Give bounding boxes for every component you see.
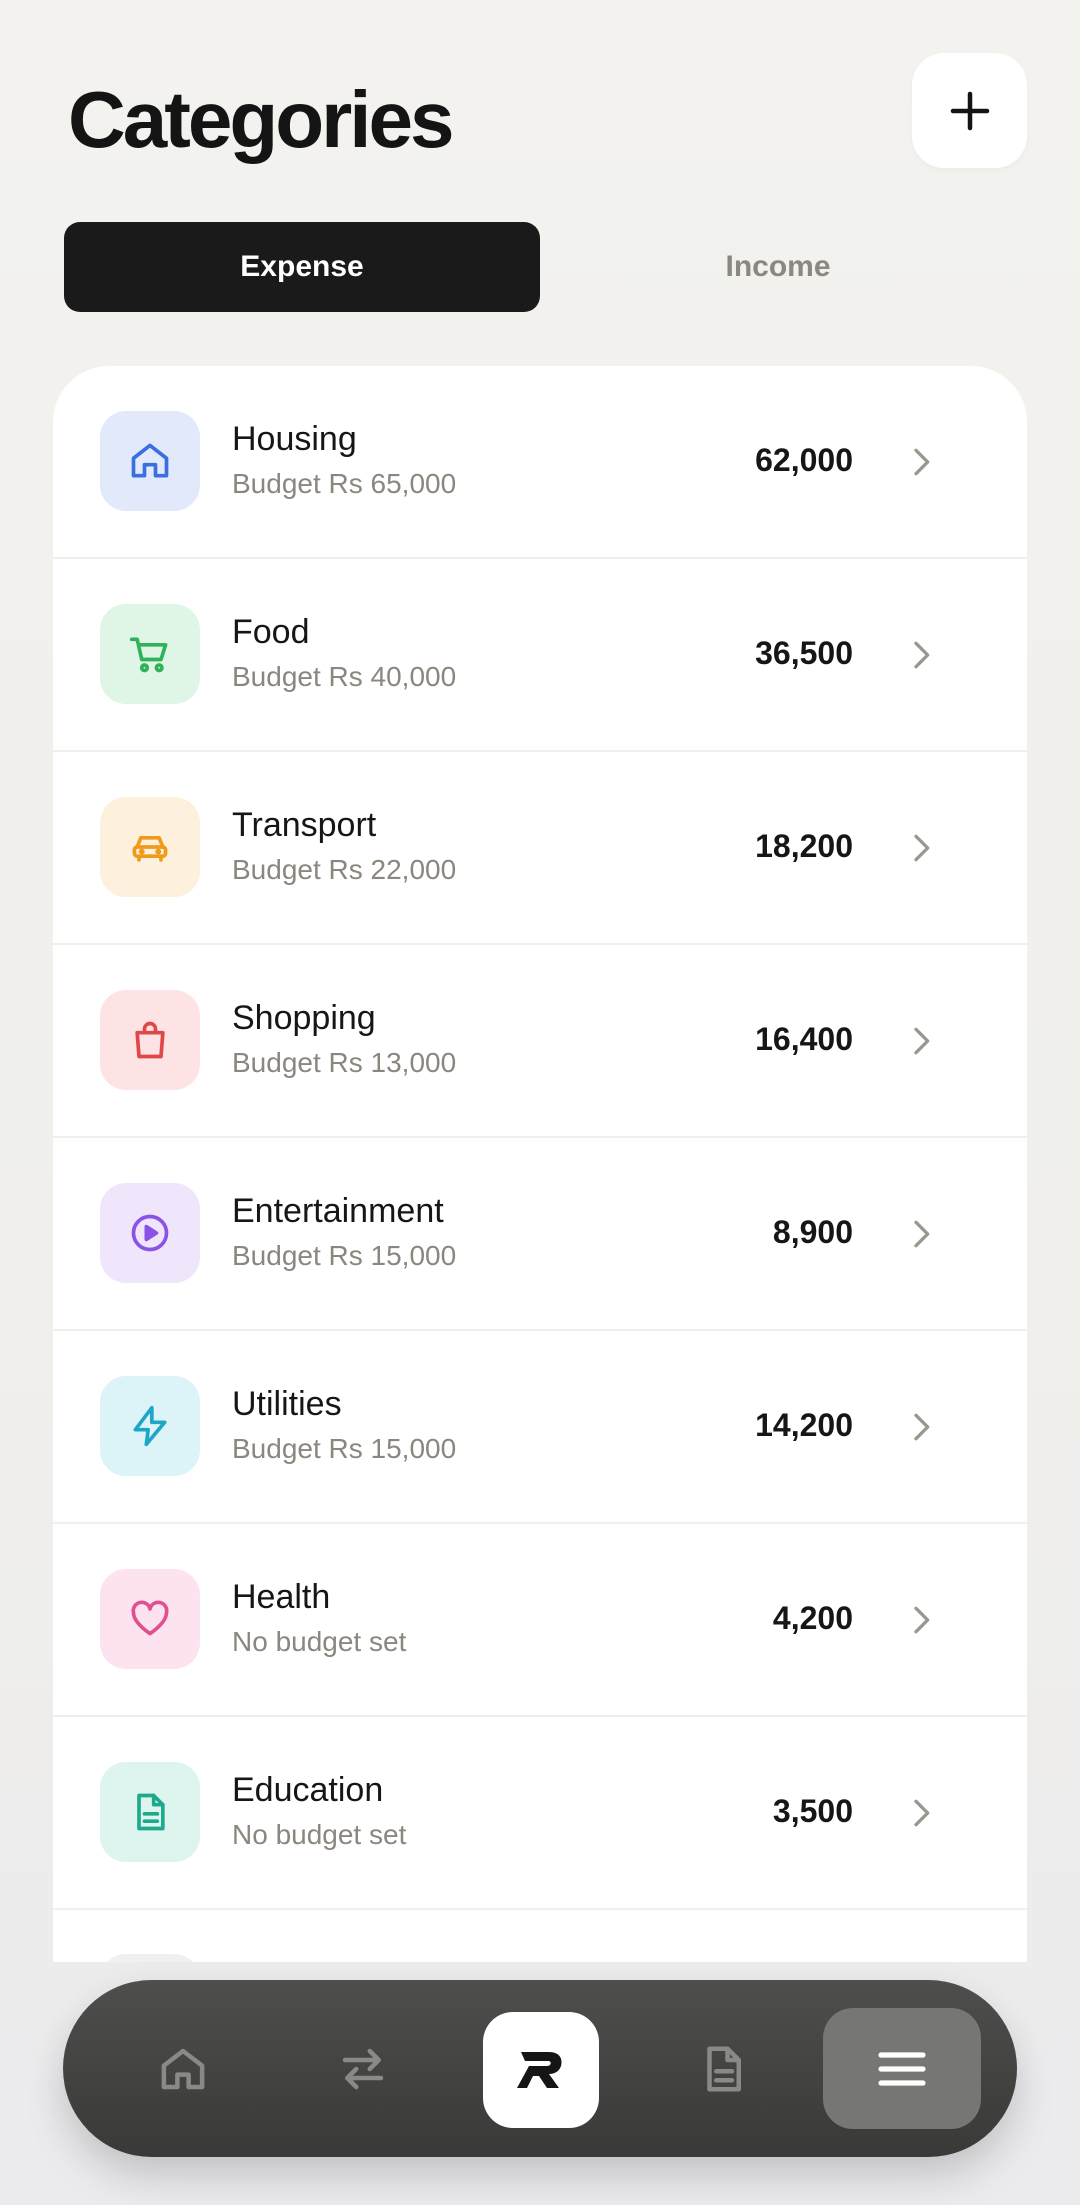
- category-icon-tile-partial: [100, 1954, 200, 1962]
- chevron-right-icon: [914, 1027, 930, 1055]
- category-budget: No budget set: [232, 1819, 407, 1850]
- logo-icon: [517, 2052, 562, 2088]
- category-budget: Budget Rs 15,000: [232, 1240, 457, 1271]
- nav-home-logo[interactable]: [483, 2012, 599, 2128]
- category-budget: Budget Rs 22,000: [232, 854, 457, 885]
- category-name: Health: [232, 1578, 331, 1616]
- category-budget: Budget Rs 13,000: [232, 1047, 457, 1078]
- car-icon: [132, 836, 168, 862]
- category-amount: 8,900: [772, 1214, 853, 1250]
- category-amount: 14,200: [755, 1407, 853, 1443]
- nav-transactions[interactable]: [303, 1980, 423, 2157]
- category-icon-tile: [100, 604, 200, 704]
- play-icon: [131, 1214, 169, 1252]
- chevron-right-icon: [914, 1220, 930, 1248]
- category-icon-tile: [100, 1376, 200, 1476]
- category-name: Entertainment: [232, 1192, 444, 1230]
- page-title: Categories: [68, 75, 454, 164]
- chevron-right-icon: [914, 641, 930, 669]
- category-icon-tile: [100, 797, 200, 897]
- category-budget: No budget set: [232, 1626, 407, 1657]
- category-amount: 36,500: [755, 635, 853, 671]
- home-icon: [131, 443, 169, 478]
- category-name: Transport: [232, 806, 377, 844]
- category-name: Housing: [232, 420, 357, 458]
- chevron-right-icon: [914, 1799, 930, 1827]
- category-list: Housing Budget Rs 65,000 62,000 Food Bud…: [53, 366, 1027, 1962]
- tab-expense[interactable]: Expense: [64, 222, 540, 312]
- document-icon: [137, 1793, 165, 1831]
- cart-icon: [129, 637, 168, 673]
- category-budget: Budget Rs 15,000: [232, 1433, 457, 1464]
- type-tabs: Expense Income: [64, 222, 1016, 312]
- bolt-icon: [133, 1405, 167, 1447]
- category-budget: Budget Rs 40,000: [232, 661, 457, 692]
- category-name: Shopping: [232, 999, 376, 1037]
- category-row-utilities[interactable]: Utilities Budget Rs 15,000 14,200: [53, 1331, 1027, 1524]
- category-name: Utilities: [232, 1385, 342, 1423]
- category-row-health[interactable]: Health No budget set 4,200: [53, 1524, 1027, 1717]
- category-name: Education: [232, 1771, 384, 1809]
- shopping-bag-icon: [135, 1021, 165, 1059]
- category-icon-tile: [100, 411, 200, 511]
- category-row-food[interactable]: Food Budget Rs 40,000 36,500: [53, 559, 1027, 752]
- category-row-entertainment[interactable]: Entertainment Budget Rs 15,000 8,900: [53, 1138, 1027, 1331]
- chevron-right-icon: [914, 1413, 930, 1441]
- category-row-housing[interactable]: Housing Budget Rs 65,000 62,000: [53, 366, 1027, 559]
- nav-reports[interactable]: [663, 1980, 783, 2157]
- transfer-icon: [342, 2048, 384, 2089]
- category-row-shopping[interactable]: Shopping Budget Rs 13,000 16,400: [53, 945, 1027, 1138]
- add-category-button[interactable]: [912, 53, 1027, 168]
- category-budget: Budget Rs 65,000: [232, 468, 457, 499]
- plus-icon: [950, 91, 989, 130]
- nav-menu[interactable]: [823, 2008, 981, 2129]
- category-amount: 4,200: [772, 1600, 853, 1636]
- category-name: Food: [232, 613, 310, 651]
- home-icon: [161, 2048, 205, 2089]
- chevron-right-icon: [914, 834, 930, 862]
- category-amount: 62,000: [755, 442, 853, 478]
- category-icon-tile: [100, 1569, 200, 1669]
- bottom-nav: [63, 1980, 1017, 2157]
- category-icon-tile: [100, 990, 200, 1090]
- chevron-right-icon: [914, 448, 930, 476]
- category-amount: 3,500: [772, 1793, 853, 1829]
- document-icon: [707, 2046, 741, 2091]
- category-icon-tile: [100, 1183, 200, 1283]
- nav-home[interactable]: [123, 1980, 243, 2157]
- category-amount: 18,200: [755, 828, 853, 864]
- category-row-education[interactable]: Education No budget set 3,500: [53, 1717, 1027, 1910]
- tab-income[interactable]: Income: [540, 222, 1016, 312]
- category-amount: 16,400: [755, 1021, 853, 1057]
- heart-icon: [131, 1600, 169, 1636]
- chevron-right-icon: [914, 1606, 930, 1634]
- category-icon-tile: [100, 1762, 200, 1862]
- category-row-transport[interactable]: Transport Budget Rs 22,000 18,200: [53, 752, 1027, 945]
- menu-icon: [878, 2051, 926, 2086]
